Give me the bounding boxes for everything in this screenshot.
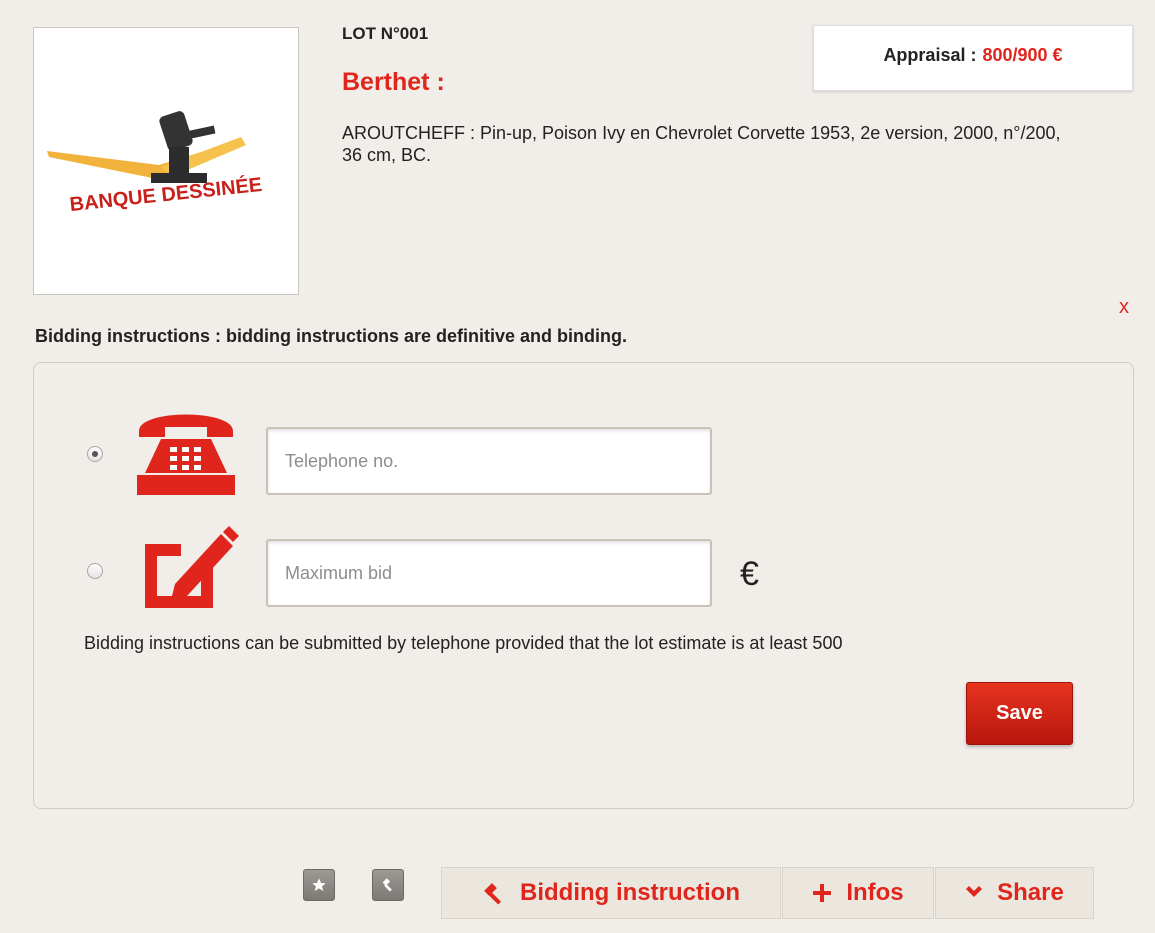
edit-icon [145, 526, 239, 608]
bidding-instructions-heading: Bidding instructions : bidding instructi… [35, 326, 627, 346]
chevron-down-icon [966, 886, 983, 897]
plus-icon [813, 884, 832, 902]
maximum-bid-input[interactable] [266, 539, 712, 607]
telephone-icon [137, 414, 235, 495]
appraisal-box: Appraisal : 800/900 € [813, 25, 1133, 91]
lot-image[interactable]: BANQUE DESSINÉE [33, 27, 299, 295]
appraisal-label: Appraisal : [883, 44, 977, 65]
tab-bidding-instruction[interactable]: Bidding instruction [441, 867, 781, 919]
telephone-radio[interactable] [87, 446, 103, 462]
tab-share[interactable]: Share [935, 867, 1094, 919]
tab-label: Infos [846, 879, 904, 906]
gavel-icon [382, 878, 392, 892]
gavel-icon [484, 883, 502, 905]
tab-label: Share [997, 879, 1064, 906]
lot-title: Berthet : [342, 68, 445, 96]
bid-button[interactable] [372, 869, 404, 901]
telephone-input[interactable] [266, 427, 712, 495]
close-button[interactable]: x [1119, 296, 1129, 319]
maximum-bid-radio[interactable] [87, 563, 103, 579]
star-icon [312, 878, 326, 891]
banque-dessinee-logo: BANQUE DESSINÉE [47, 111, 263, 216]
tab-label: Bidding instruction [520, 879, 740, 906]
currency-symbol: € [740, 555, 759, 593]
lot-description: AROUTCHEFF : Pin-up, Poison Ivy en Chevr… [342, 123, 1061, 165]
favorite-button[interactable] [303, 869, 335, 901]
lot-number: LOT N°001 [342, 24, 429, 43]
appraisal-value: 800/900 € [982, 44, 1063, 65]
bidding-note: Bidding instructions can be submitted by… [84, 633, 843, 653]
save-button[interactable]: Save [966, 682, 1073, 745]
tab-infos[interactable]: Infos [782, 867, 934, 919]
